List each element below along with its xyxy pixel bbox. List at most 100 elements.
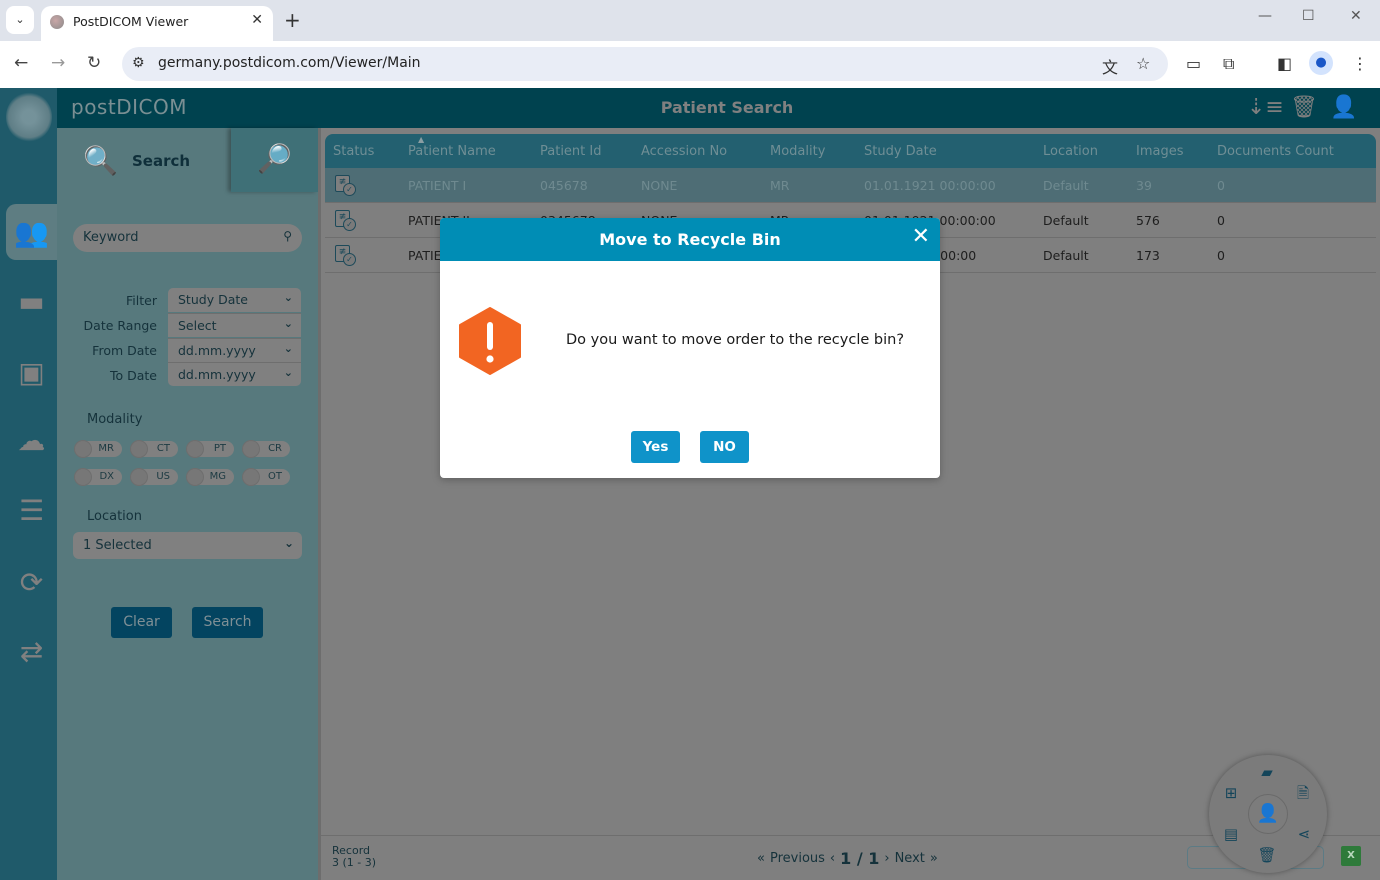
close-window-button[interactable]: ✕	[1350, 8, 1362, 24]
chevron-right-icon[interactable]: ›	[884, 851, 889, 866]
app-header: postDICOM Patient Search ⇣≡ 🗑 👤	[57, 88, 1380, 128]
filter-select[interactable]: Study Date ⌄	[168, 288, 301, 312]
grid-header: Status ▲ Patient Name Patient Id Accessi…	[325, 134, 1376, 168]
to-date-input[interactable]: dd.mm.yyyy ⌄	[168, 362, 301, 386]
transfer-monitor-icon: ⇄	[19, 634, 44, 668]
modality-toggle-us[interactable]: US	[131, 469, 178, 485]
back-icon[interactable]: ←	[14, 53, 28, 73]
rail-folders[interactable]: ▬	[6, 273, 57, 329]
no-button[interactable]: NO	[700, 431, 749, 463]
sort-list-icon[interactable]: ⇣≡	[1247, 95, 1284, 120]
modality-toggle-mg[interactable]: MG	[187, 469, 234, 485]
search-button[interactable]: Search	[192, 607, 263, 638]
add-document-icon[interactable]: 🗎	[1292, 782, 1314, 804]
keyword-placeholder: Keyword	[83, 230, 139, 245]
site-settings-icon[interactable]: ⚙	[132, 55, 145, 71]
translate-icon[interactable]: 文	[1102, 54, 1118, 78]
cell-patient-name: PATIE	[408, 248, 442, 263]
tab-close-button[interactable]: ✕	[251, 12, 263, 28]
double-chevron-left-icon[interactable]: «	[757, 851, 765, 866]
column-images[interactable]: Images	[1136, 144, 1184, 159]
open-folder-icon[interactable]: ▰	[1256, 761, 1278, 783]
modality-label-text: PT	[213, 443, 226, 454]
column-patient-id[interactable]: Patient Id	[540, 144, 601, 159]
keyword-input[interactable]: Keyword ⚲	[73, 224, 302, 252]
warning-icon	[459, 307, 521, 375]
favicon-icon	[50, 15, 64, 29]
dialog-message: Do you want to move order to the recycle…	[566, 332, 905, 348]
table-row[interactable]: ≢ ✓ PATIENT I 045678 NONE MR 01.01.1921 0…	[325, 168, 1376, 203]
column-modality[interactable]: Modality	[770, 144, 825, 159]
share-icon[interactable]: ⋖	[1293, 823, 1315, 845]
url-text[interactable]: germany.postdicom.com/Viewer/Main	[158, 55, 421, 71]
screen-capture-icon[interactable]: ▭	[1186, 54, 1201, 73]
column-location[interactable]: Location	[1043, 144, 1098, 159]
radial-action-menu: 👤 ▰ 🗎 ⋖ 🗑 ▤ ⊞	[1209, 755, 1327, 873]
recycle-bin-icon[interactable]: 🗑	[1290, 95, 1318, 120]
report-icon[interactable]: ▤	[1220, 823, 1242, 845]
chevron-down-icon: ⌄	[283, 366, 293, 379]
bookmark-star-icon[interactable]: ☆	[1136, 54, 1150, 73]
reload-icon[interactable]: ↻	[87, 53, 101, 73]
location-select[interactable]: 1 Selected ⌄	[73, 532, 302, 559]
excel-export-icon[interactable]: X	[1341, 846, 1361, 866]
extensions-icon[interactable]: ⧉	[1223, 54, 1234, 74]
modality-label-text: OT	[268, 471, 282, 482]
minimize-button[interactable]: —	[1258, 8, 1272, 24]
column-accession-no[interactable]: Accession No	[641, 144, 727, 159]
address-bar[interactable]: ⚙ germany.postdicom.com/Viewer/Main 文 ☆	[122, 47, 1168, 81]
date-range-select[interactable]: Select ⌄	[168, 313, 301, 337]
column-patient-name[interactable]: Patient Name	[408, 144, 496, 159]
rail-upload[interactable]: ☁	[6, 412, 57, 468]
delete-icon[interactable]: 🗑	[1256, 844, 1278, 866]
from-date-input[interactable]: dd.mm.yyyy ⌄	[168, 338, 301, 362]
add-patient-icon[interactable]: 👤	[1248, 794, 1288, 834]
column-status[interactable]: Status	[333, 144, 374, 159]
list-search-icon: ☰	[18, 493, 45, 527]
browser-tab[interactable]: PostDICOM Viewer ✕	[41, 6, 273, 41]
yes-button[interactable]: Yes	[631, 431, 680, 463]
browser-toolbar: ← → ↻ ⚙ germany.postdicom.com/Viewer/Mai…	[0, 41, 1380, 88]
user-icon[interactable]: 👤	[1330, 95, 1357, 120]
maximize-button[interactable]: ☐	[1302, 8, 1315, 24]
page-title: Patient Search	[660, 98, 794, 117]
rail-transfer[interactable]: ⇄	[6, 623, 57, 679]
modality-toggle-ct[interactable]: CT	[131, 441, 178, 457]
chevron-down-icon: ⌄	[283, 317, 293, 330]
previous-page-link[interactable]: Previous	[770, 851, 825, 866]
chevron-left-icon[interactable]: ‹	[830, 851, 835, 866]
side-panel-icon[interactable]: ◧	[1277, 54, 1292, 73]
tab-advanced-search[interactable]: 🔎	[231, 128, 318, 192]
from-date-value: dd.mm.yyyy	[178, 343, 256, 358]
cell-modality: MR	[770, 178, 790, 193]
forward-icon[interactable]: →	[51, 53, 65, 73]
new-folder-icon[interactable]: ⊞	[1220, 782, 1242, 804]
rail-sync[interactable]: ⟳	[6, 554, 57, 610]
profile-avatar-icon[interactable]: ●	[1309, 51, 1333, 75]
browser-menu-icon[interactable]: ⋮	[1352, 54, 1368, 73]
double-chevron-right-icon[interactable]: »	[930, 851, 938, 866]
modality-toggle-dx[interactable]: DX	[75, 469, 122, 485]
modality-toggle-cr[interactable]: CR	[243, 441, 290, 457]
cell-docs: 0	[1217, 248, 1225, 263]
from-date-label: From Date	[92, 343, 157, 358]
close-icon[interactable]: ✕	[912, 226, 930, 248]
modality-toggle-pt[interactable]: PT	[187, 441, 234, 457]
rail-xray[interactable]: ▣	[6, 344, 57, 400]
clear-button[interactable]: Clear	[111, 607, 172, 638]
rail-patients[interactable]: 👥	[6, 204, 57, 260]
modality-toggle-mr[interactable]: MR	[75, 441, 122, 457]
next-page-link[interactable]: Next	[895, 851, 925, 866]
modality-toggle-ot[interactable]: OT	[243, 469, 290, 485]
new-tab-button[interactable]: +	[284, 8, 301, 32]
tab-search-dropdown[interactable]: ⌄	[6, 6, 34, 34]
column-study-date[interactable]: Study Date	[864, 144, 937, 159]
modality-label-text: CR	[268, 443, 282, 454]
rail-list-search[interactable]: ☰	[6, 482, 57, 538]
tab-search[interactable]: 🔍 Search	[57, 128, 231, 192]
to-date-label: To Date	[109, 368, 157, 383]
tab-search-label: Search	[132, 152, 191, 170]
column-documents-count[interactable]: Documents Count	[1217, 144, 1334, 159]
keyword-search-icon[interactable]: ⚲	[283, 229, 292, 243]
search-panel: 🔍 Search 🔎 Keyword ⚲ Filter Study Date ⌄ …	[57, 128, 318, 880]
